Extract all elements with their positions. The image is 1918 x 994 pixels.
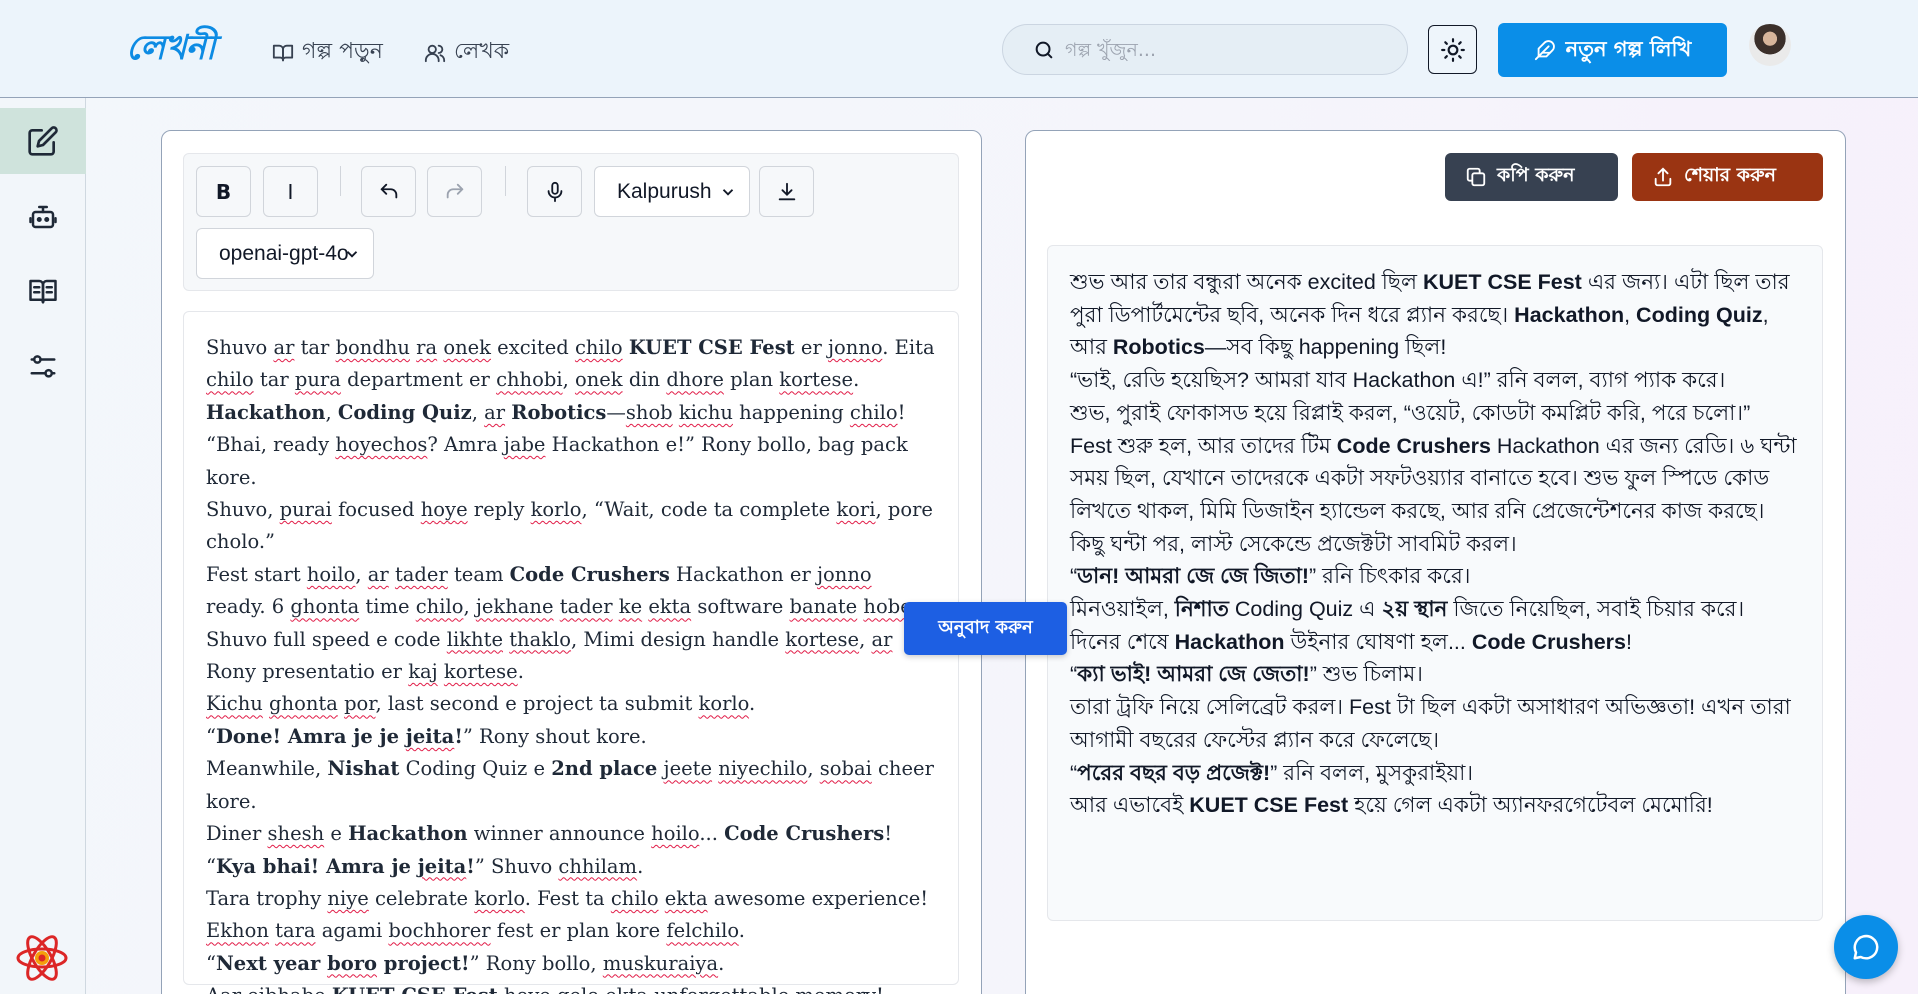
editor-panel: B I Kalpurush openai-gpt-4o Shuvo ar tar… [161,130,982,994]
chat-button[interactable] [1834,915,1898,979]
download-icon [778,182,795,200]
bold-button[interactable]: B [196,166,251,217]
copy-button[interactable]: কপি করুন [1445,153,1618,201]
download-button[interactable] [759,166,814,217]
output-actions: কপি করুন শেয়ার করুন [1445,153,1823,201]
model-select-value: openai-gpt-4o [219,241,349,265]
translated-output: শুভ আর তার বন্ধুরা অনেক excited ছিল KUET… [1047,245,1823,921]
font-select-value: Kalpurush [617,179,712,203]
book-icon [29,279,57,304]
toolbar-separator [340,166,341,196]
react-logo-icon [16,935,68,981]
users-icon [424,44,446,62]
chevron-down-icon [346,251,358,258]
voice-input-button[interactable] [527,166,582,217]
theme-toggle-button[interactable] [1428,25,1477,74]
bot-icon [29,205,57,229]
sun-icon [1440,37,1465,62]
book-open-icon [272,44,294,61]
message-circle-icon [1853,934,1879,960]
translate-button[interactable]: অনুবাদ করুন [904,602,1067,655]
toolbar-separator [505,166,506,196]
nav-writers-label: লেখক [454,39,510,64]
app-logo[interactable]: লেখনী [126,22,215,79]
nav-read-stories-label: গল্প পড়ুন [302,39,383,64]
sidebar-item-settings[interactable] [0,334,86,400]
new-story-button[interactable]: নতুন গল্প লিখি [1498,23,1727,77]
search-input[interactable] [1065,38,1385,61]
new-story-label: নতুন গল্প লিখি [1565,36,1692,61]
copy-icon [1466,167,1486,187]
nav-read-stories[interactable]: গল্প পড়ুন [272,34,383,71]
nav-writers[interactable]: লেখক [424,34,509,71]
sliders-icon [30,355,56,378]
editor-toolbar: B I Kalpurush openai-gpt-4o [183,153,959,291]
microphone-icon [547,181,562,202]
search-icon [1035,41,1053,58]
chevron-down-icon [722,189,734,196]
share-button[interactable]: শেয়ার করুন [1632,153,1823,201]
output-panel: কপি করুন শেয়ার করুন শুভ আর তার বন্ধুরা … [1025,130,1846,994]
feather-icon [1534,40,1555,61]
share-icon [1654,167,1672,187]
share-label: শেয়ার করুন [1684,164,1776,186]
model-select[interactable]: openai-gpt-4o [196,228,374,279]
redo-icon [446,183,463,198]
search-bar[interactable] [1002,24,1408,75]
top-header: লেখনী গল্প পড়ুন লেখক নতুন গল্প লিখি [0,0,1918,98]
sidebar-item-ai[interactable] [0,184,86,250]
undo-icon [380,183,397,198]
redo-button[interactable] [427,166,482,217]
undo-button[interactable] [361,166,416,217]
sidebar-item-write[interactable] [0,108,86,174]
italic-button[interactable]: I [263,166,318,217]
user-avatar[interactable] [1749,24,1791,66]
sidebar-item-library[interactable] [0,258,86,324]
copy-label: কপি করুন [1497,164,1575,186]
font-select[interactable]: Kalpurush [594,166,750,217]
story-input-editor[interactable]: Shuvo ar tar bondhu ra onek excited chil… [183,311,959,994]
edit-icon [28,126,58,156]
left-sidebar [0,98,86,994]
